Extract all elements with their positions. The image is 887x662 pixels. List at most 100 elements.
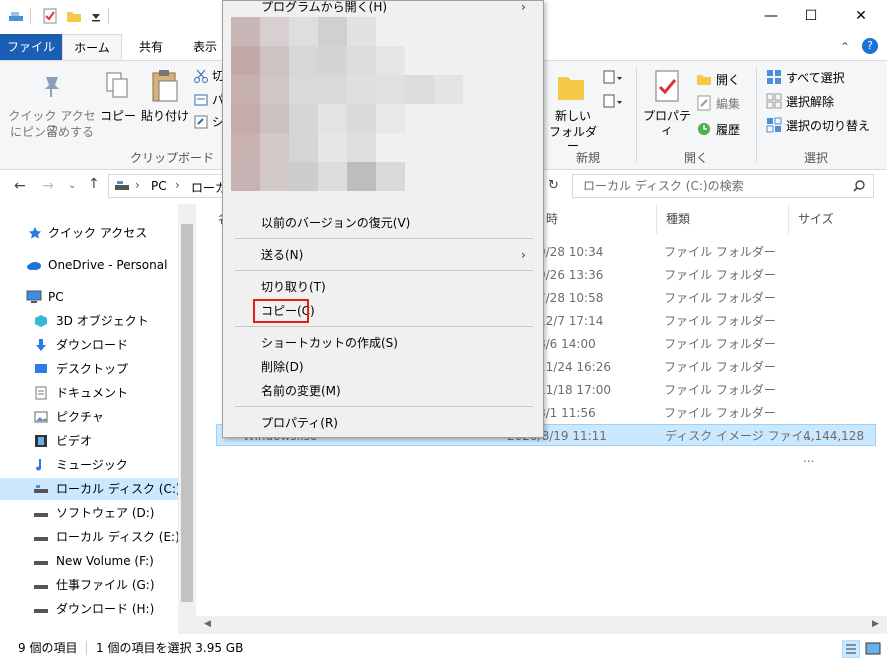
group-label-open: 開く (683, 151, 708, 165)
copy-icon[interactable] (104, 71, 130, 101)
nav-item-label: ダウンロード (H:) (56, 602, 155, 616)
chevron-down-icon[interactable]: ⌄ (68, 180, 76, 191)
scroll-right-icon[interactable]: ▶ (872, 619, 879, 629)
select-none-label[interactable]: 選択解除 (786, 95, 834, 109)
nav-item-drive-e[interactable]: ローカル ディスク (E:) (0, 526, 180, 548)
new-folder-label[interactable]: 新しい (548, 109, 598, 123)
menu-item-rename[interactable]: 名前の変更(M) (223, 379, 543, 403)
scrollbar-thumb[interactable] (181, 224, 193, 602)
search-input[interactable]: ローカル ディスク (C:)の検索 (572, 174, 874, 198)
column-header-size[interactable]: サイズ (798, 210, 834, 227)
menu-item-cut[interactable]: 切り取り(T) (223, 275, 543, 299)
copy-path-icon[interactable] (194, 93, 208, 107)
menu-item-delete[interactable]: 削除(D) (223, 355, 543, 379)
nav-item-label: ローカル ディスク (E:) (56, 530, 180, 544)
nav-item-drive-g[interactable]: 仕事ファイル (G:) (0, 574, 178, 596)
menu-item-label: 削除(D) (261, 360, 304, 374)
column-header-type[interactable]: 種類 (666, 210, 690, 227)
list-horizontal-scrollbar[interactable]: ◀ ▶ (196, 616, 887, 634)
drive-icon (34, 485, 48, 493)
scroll-left-icon[interactable]: ◀ (204, 619, 211, 629)
properties-button-label[interactable]: プロパティ (640, 109, 694, 137)
maximize-button[interactable]: ☐ (788, 0, 834, 32)
history-icon[interactable] (696, 121, 712, 137)
menu-separator (235, 406, 533, 407)
menu-item-properties[interactable]: プロパティ(R) (223, 411, 543, 435)
nav-item-pictures[interactable]: ピクチャ (0, 406, 178, 428)
nav-item-onedrive[interactable]: OneDrive - Personal (0, 254, 178, 276)
edit-icon[interactable] (696, 95, 712, 111)
row-type: ディスク イメージ ファイ... (665, 429, 815, 443)
nav-item-documents[interactable]: ドキュメント (0, 382, 178, 404)
nav-item-drive-c[interactable]: ローカル ディスク (C:) (0, 478, 181, 500)
nav-scrollbar[interactable] (178, 204, 196, 634)
properties-icon[interactable] (652, 69, 682, 103)
open-icon[interactable] (696, 71, 712, 87)
edit-button-label[interactable]: 編集 (716, 97, 740, 111)
invert-selection-label[interactable]: 選択の切り替え (786, 119, 870, 133)
column-header-date[interactable]: 時 (546, 210, 558, 227)
tab-share[interactable]: 共有 (126, 34, 176, 60)
new-folder-large-icon[interactable] (556, 69, 586, 103)
select-all-icon[interactable] (766, 69, 782, 85)
row-date: 8/6 14:00 (538, 337, 596, 351)
back-arrow-icon[interactable]: ← (14, 178, 26, 194)
help-button[interactable]: ? (862, 38, 878, 54)
nav-item-desktop[interactable]: デスクトップ (0, 358, 178, 380)
nav-item-videos[interactable]: ビデオ (0, 430, 178, 452)
qa-separator (108, 8, 109, 24)
pin-icon[interactable] (38, 73, 64, 99)
history-button-label[interactable]: 履歴 (716, 123, 740, 137)
nav-item-label: ミュージック (56, 458, 128, 472)
tab-home[interactable]: ホーム (62, 34, 122, 60)
chevron-right-icon: › (521, 248, 526, 262)
desktop-icon (35, 364, 47, 373)
invert-selection-icon[interactable] (766, 117, 782, 133)
paste-shortcut-icon[interactable] (194, 115, 208, 129)
tab-file[interactable]: ファイル (0, 34, 62, 60)
easy-access-icon[interactable] (602, 93, 624, 111)
nav-item-drive-d[interactable]: ソフトウェア (D:) (0, 502, 178, 524)
chevron-down-icon[interactable] (88, 8, 104, 24)
paste-icon[interactable] (150, 69, 180, 103)
select-all-label[interactable]: すべて選択 (786, 71, 845, 85)
nav-item-quick-access[interactable]: クイック アクセス (0, 222, 178, 244)
select-none-icon[interactable] (766, 93, 782, 109)
nav-item-music[interactable]: ミュージック (0, 454, 178, 476)
menu-item-send-to[interactable]: 送る(N) › (223, 243, 543, 267)
context-menu: プログラムから開く(H) › 以前のバージョンの復元(V) 送る(N) › 切り… (222, 0, 544, 438)
drive-icon (115, 181, 129, 190)
scissors-icon[interactable] (194, 69, 208, 83)
details-view-icon[interactable] (842, 640, 860, 658)
nav-item-label: ドキュメント (56, 386, 129, 400)
search-icon[interactable] (853, 180, 865, 192)
row-date: 11/24 16:26 (538, 360, 611, 374)
nav-item-label: 3D オブジェクト (56, 314, 149, 328)
breadcrumb-pc[interactable]: PC (151, 179, 167, 193)
menu-item-restore-versions[interactable]: 以前のバージョンの復元(V) (223, 211, 543, 235)
new-folder-icon[interactable] (66, 8, 82, 24)
nav-item-drive-f[interactable]: New Volume (F:) (0, 550, 178, 572)
open-button-label[interactable]: 開く (716, 73, 740, 87)
menu-item-label: プロパティ(R) (261, 416, 338, 430)
copy-button-label[interactable]: コピー (100, 109, 136, 123)
navigation-pane: クイック アクセス OneDrive - Personal PC 3D オブジェ… (0, 204, 196, 634)
nav-item-label: ビデオ (56, 434, 93, 448)
nav-item-downloads[interactable]: ダウンロード (0, 334, 178, 356)
chevron-up-icon[interactable]: ⌃ (840, 40, 850, 54)
nav-item-pc[interactable]: PC (0, 286, 178, 308)
menu-item-create-shortcut[interactable]: ショートカットの作成(S) (223, 331, 543, 355)
refresh-icon[interactable]: ↻ (548, 178, 559, 193)
forward-arrow-icon[interactable]: → (42, 178, 54, 194)
paste-button-label[interactable]: 貼り付け (140, 109, 190, 123)
large-icons-view-icon[interactable] (864, 640, 882, 658)
close-button[interactable]: ✕ (838, 0, 884, 32)
up-arrow-icon[interactable]: ↑ (88, 176, 100, 192)
nav-item-drive-h[interactable]: ダウンロード (H:) (0, 598, 178, 620)
ribbon-separator (756, 67, 757, 163)
nav-item-label: ソフトウェア (D:) (56, 506, 155, 520)
nav-item-3d-objects[interactable]: 3D オブジェクト (0, 310, 178, 332)
new-item-icon[interactable] (602, 69, 624, 87)
properties-check-icon[interactable] (42, 8, 58, 24)
status-item-count: 9 個の項目 (18, 641, 78, 655)
